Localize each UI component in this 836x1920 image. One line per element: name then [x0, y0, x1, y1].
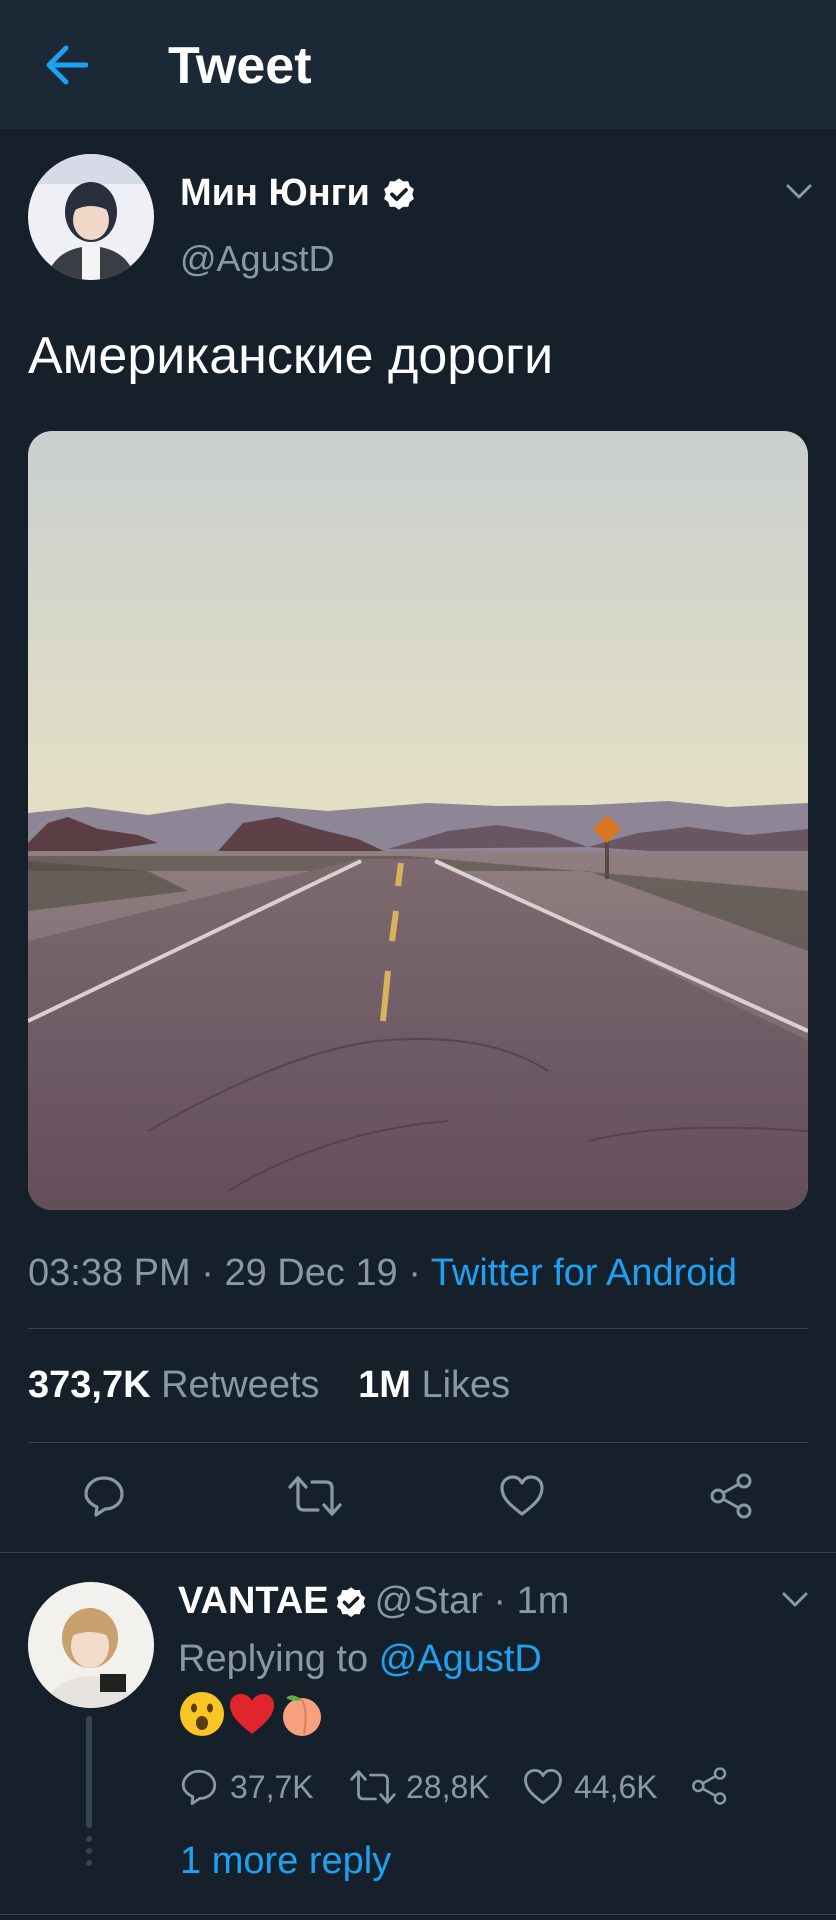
meta-separator: ·	[397, 1252, 431, 1294]
reply-separator: ·	[482, 1580, 517, 1622]
red-heart-emoji	[230, 1694, 274, 1734]
tweet-photo[interactable]	[28, 431, 808, 1210]
astonished-face-emoji	[180, 1692, 224, 1736]
share-icon	[692, 1767, 727, 1805]
share-icon[interactable]	[708, 1472, 756, 1520]
reply-count: 37,7K	[230, 1768, 314, 1805]
verified-badge-icon	[383, 178, 414, 210]
arrow-left-icon[interactable]	[44, 44, 88, 86]
replying-mention[interactable]: @AgustD	[379, 1638, 542, 1680]
retweet-icon	[350, 1770, 396, 1804]
more-replies-link[interactable]: 1 more reply	[180, 1840, 391, 1883]
reply-author-handle[interactable]: @Star	[375, 1580, 483, 1622]
like-icon	[524, 1768, 562, 1805]
replying-prefix: Replying to	[178, 1638, 369, 1680]
like-icon[interactable]	[498, 1472, 546, 1520]
chevron-down-icon[interactable]	[782, 1592, 808, 1608]
author-avatar[interactable]	[28, 154, 154, 280]
author-name-text[interactable]: Мин Юнги	[180, 172, 370, 214]
tweet-date: 29 Dec 19	[224, 1252, 398, 1294]
retweet-count: 28,8K	[406, 1768, 490, 1805]
reply-reply-button[interactable]: 37,7K	[178, 1766, 314, 1808]
verified-badge-icon	[336, 1587, 365, 1617]
divider	[28, 1328, 808, 1329]
tweet-stats: 373,7K Retweets 1M Likes	[28, 1364, 538, 1407]
likes-label[interactable]: Likes	[421, 1364, 510, 1406]
reply-icon	[181, 1769, 217, 1806]
retweet-icon[interactable]	[288, 1472, 342, 1520]
peach-emoji	[283, 1695, 321, 1736]
reply-author-name[interactable]: VANTAE	[178, 1580, 329, 1622]
like-count: 44,6K	[574, 1768, 658, 1805]
thread-line	[86, 1716, 92, 1828]
author-handle[interactable]: @AgustD	[180, 238, 335, 280]
chevron-down-icon[interactable]	[786, 184, 812, 200]
tweet-time: 03:38 PM	[28, 1252, 191, 1294]
tweet-text: Американские дороги	[28, 327, 554, 385]
thread-dots	[84, 1836, 94, 1872]
retweets-count[interactable]: 373,7K	[28, 1364, 151, 1406]
replying-to: Replying to @AgustD	[178, 1638, 542, 1681]
divider	[0, 1914, 836, 1915]
author-name[interactable]: Мин Юнги	[180, 172, 418, 215]
divider	[28, 1442, 808, 1443]
reply-like-button[interactable]: 44,6K	[522, 1766, 658, 1808]
reply-icon[interactable]	[80, 1472, 128, 1520]
reply-header: VANTAE @Star · 1m	[178, 1580, 569, 1623]
tweet-source-link[interactable]: Twitter for Android	[431, 1252, 737, 1294]
top-app-bar: Tweet	[0, 0, 836, 131]
reply-author-avatar[interactable]	[28, 1582, 154, 1708]
page-title: Tweet	[168, 37, 312, 95]
likes-count[interactable]: 1M	[358, 1364, 411, 1406]
meta-separator: ·	[190, 1252, 225, 1294]
retweets-label[interactable]: Retweets	[161, 1364, 319, 1406]
divider	[0, 1552, 836, 1553]
reply-time: 1m	[516, 1580, 570, 1622]
reply-share-button[interactable]	[690, 1766, 740, 1806]
tweet-meta: 03:38 PM · 29 Dec 19 · Twitter for Andro…	[28, 1252, 737, 1295]
reply-retweet-button[interactable]: 28,8K	[350, 1766, 490, 1808]
